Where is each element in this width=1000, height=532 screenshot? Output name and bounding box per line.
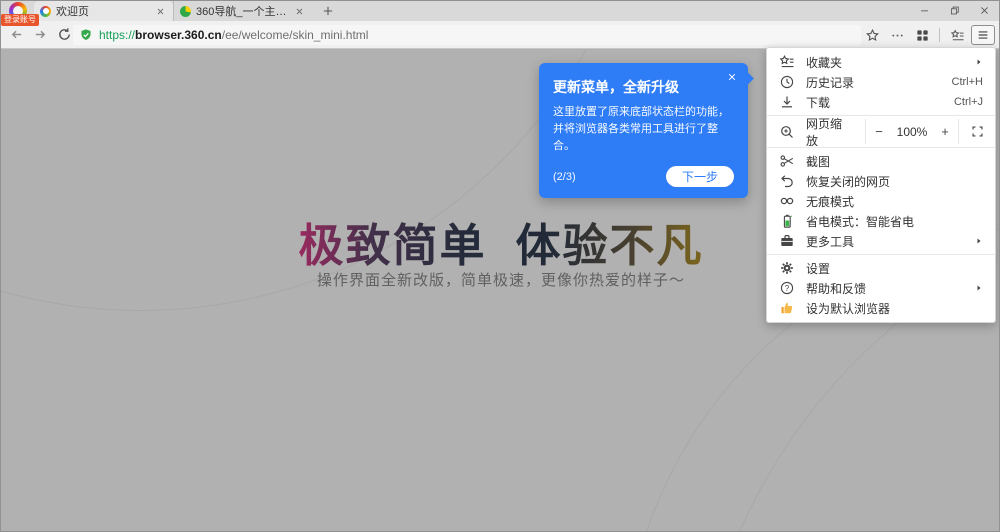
login-badge[interactable]: 登录账号 [1, 14, 39, 26]
nav-buttons [6, 24, 75, 45]
tab-close-icon[interactable] [153, 4, 167, 18]
url-text: https://browser.360.cn/ee/welcome/skin_m… [99, 28, 368, 42]
url-host: browser.360.cn [135, 28, 222, 42]
menu-shortcut: Ctrl+J [954, 96, 983, 108]
more-tools-icon [779, 233, 795, 249]
screenshot-icon [779, 153, 795, 169]
browser-main-menu: 收藏夹 历史记录 Ctrl+H 下载 Ctrl+J [766, 47, 996, 323]
tab-360nav[interactable]: 360导航_一个主页，整个世界 [173, 1, 312, 21]
menu-item-favorites[interactable]: 收藏夹 [767, 52, 995, 72]
more-dots-icon[interactable] [886, 24, 908, 46]
titlebar: 登录账号 欢迎页 360导航_一个主页，整个世界 [1, 1, 999, 21]
tooltip-title: 更新菜单，全新升级 [553, 77, 734, 97]
new-tab-button[interactable] [319, 3, 337, 19]
tooltip-close-icon[interactable] [725, 70, 739, 84]
url-scheme: https:// [99, 28, 135, 42]
tab-title: 360导航_一个主页，整个世界 [196, 3, 287, 19]
incognito-icon [779, 193, 795, 209]
star-icon[interactable] [861, 24, 883, 46]
menu-item-more-tools[interactable]: 更多工具 [767, 231, 995, 251]
menu-item-label: 历史记录 [806, 74, 854, 91]
fullscreen-icon[interactable] [959, 125, 995, 138]
tooltip-step: (2/3) [553, 171, 576, 183]
help-icon: ? [779, 280, 795, 296]
minimize-button[interactable] [909, 1, 939, 20]
browser-window: 登录账号 欢迎页 360导航_一个主页，整个世界 [0, 0, 1000, 532]
menu-item-label: 恢复关闭的网页 [806, 173, 890, 190]
zoom-in-button[interactable]: + [932, 124, 958, 139]
favorites-bar-icon[interactable] [946, 24, 968, 46]
tooltip-body: 这里放置了原来底部状态栏的功能，并将浏览器各类常用工具进行了整合。 [553, 104, 734, 155]
menu-item-default-browser[interactable]: 设为默认浏览器 [767, 298, 995, 318]
restore-button[interactable] [939, 1, 969, 20]
hamburger-menu-icon[interactable] [971, 25, 995, 45]
menu-item-incognito[interactable]: 无痕模式 [767, 191, 995, 211]
zoom-level: 100% [892, 125, 932, 139]
settings-icon [779, 260, 795, 276]
menu-item-help[interactable]: ? 帮助和反馈 [767, 278, 995, 298]
refresh-icon[interactable] [54, 24, 75, 45]
history-icon [779, 74, 795, 90]
menu-item-label: 截图 [806, 153, 830, 170]
menu-item-page-zoom: 网页缩放 − 100% + [767, 119, 995, 144]
restore-closed-icon [779, 173, 795, 189]
menu-item-downloads[interactable]: 下载 Ctrl+J [767, 92, 995, 112]
tab-strip: 欢迎页 360导航_一个主页，整个世界 [34, 1, 312, 21]
menu-item-screenshot[interactable]: 截图 [767, 151, 995, 171]
back-icon[interactable] [6, 24, 27, 45]
chevron-right-icon [975, 237, 983, 245]
svg-text:?: ? [785, 284, 790, 293]
toolbar: https://browser.360.cn/ee/welcome/skin_m… [1, 21, 999, 49]
update-guide-tooltip: 更新菜单，全新升级 这里放置了原来底部状态栏的功能，并将浏览器各类常用工具进行了… [539, 63, 748, 198]
power-save-icon [779, 213, 795, 229]
menu-item-label: 设置 [806, 260, 830, 277]
menu-item-label: 收藏夹 [806, 54, 842, 71]
close-button[interactable] [969, 1, 999, 20]
forward-icon[interactable] [30, 24, 51, 45]
tab-welcome[interactable]: 欢迎页 [34, 1, 173, 21]
menu-item-history[interactable]: 历史记录 Ctrl+H [767, 72, 995, 92]
menu-item-power-save[interactable]: 省电模式：智能省电 [767, 211, 995, 231]
next-step-button[interactable]: 下一步 [666, 166, 734, 187]
tab-favicon-360nav-icon [180, 6, 191, 17]
favorites-icon [779, 54, 795, 70]
tooltip-footer: (2/3) 下一步 [553, 166, 734, 187]
url-path: /ee/welcome/skin_mini.html [222, 28, 369, 42]
menu-shortcut: Ctrl+H [952, 76, 983, 88]
menu-item-label: 下载 [806, 94, 830, 111]
menu-item-label: 省电模式：智能省电 [806, 213, 914, 230]
menu-separator [767, 254, 995, 255]
window-controls [909, 1, 999, 20]
menu-item-label: 设为默认浏览器 [806, 300, 890, 317]
page-title: 极致简单 体验不凡 [298, 209, 703, 274]
zoom-icon [779, 124, 795, 140]
download-icon [779, 94, 795, 110]
default-browser-icon [779, 300, 795, 316]
tab-favicon-360-logo-icon [40, 6, 51, 17]
address-bar[interactable]: https://browser.360.cn/ee/welcome/skin_m… [73, 25, 861, 45]
tab-close-icon[interactable] [292, 4, 306, 18]
apps-grid-icon[interactable] [911, 24, 933, 46]
menu-item-label: 网页缩放 [806, 115, 853, 149]
zoom-out-button[interactable]: − [866, 124, 892, 139]
tab-title: 欢迎页 [56, 3, 148, 19]
menu-item-restore-closed[interactable]: 恢复关闭的网页 [767, 171, 995, 191]
menu-item-label: 无痕模式 [806, 193, 854, 210]
menu-item-settings[interactable]: 设置 [767, 258, 995, 278]
shield-check-icon [79, 28, 93, 42]
menu-item-label: 更多工具 [806, 233, 854, 250]
chevron-right-icon [975, 284, 983, 292]
menu-item-label: 帮助和反馈 [806, 280, 866, 297]
toolbar-right [861, 23, 995, 47]
toolbar-separator [939, 28, 940, 42]
chevron-right-icon [975, 58, 983, 66]
